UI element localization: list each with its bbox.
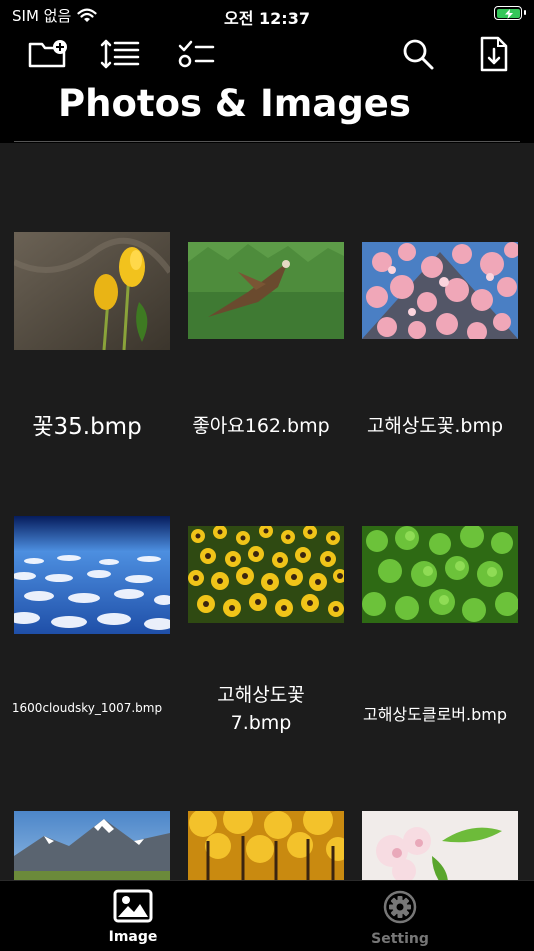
image-icon [113, 889, 153, 923]
tab-image[interactable]: Image [73, 889, 193, 945]
download-icon [480, 36, 508, 72]
image-thumbnail [14, 811, 170, 880]
grid-item-like162[interactable]: 좋아요162.bmp [174, 143, 348, 443]
status-bar: SIM 없음 오전 12:37 [0, 0, 534, 30]
grid-item-mountain[interactable] [0, 728, 174, 880]
status-time: 오전 12:37 [224, 9, 310, 28]
grid-item-hires-flower7[interactable]: 고해상도꽃 7.bmp [174, 443, 348, 734]
grid-item-blossom[interactable] [348, 728, 522, 880]
select-button[interactable] [175, 34, 215, 74]
battery-level [496, 8, 520, 19]
image-grid[interactable]: 꽃35.bmp 좋아요162.bmp 고해상도꽃.bmp 1600cloudsk… [0, 143, 534, 880]
tab-label: Image [108, 929, 158, 945]
image-thumbnail [14, 232, 170, 350]
file-name: 1600cloudsky_1007.bmp [11, 701, 163, 715]
sort-button[interactable] [100, 34, 140, 74]
image-thumbnail [188, 242, 344, 339]
page-title: Photos & Images [58, 82, 411, 125]
title-divider [14, 141, 520, 142]
charging-bolt-icon [504, 8, 513, 19]
grid-item-autumn-trees[interactable] [174, 728, 348, 880]
grid-item-cloudsky[interactable]: 1600cloudsky_1007.bmp [0, 443, 174, 728]
file-name: 고해상도클로버.bmp [362, 705, 508, 724]
search-button[interactable] [398, 34, 438, 74]
tab-label: Setting [371, 931, 429, 947]
gear-icon [383, 890, 417, 924]
checklist-icon [178, 40, 215, 68]
image-thumbnail [362, 526, 518, 623]
file-name: 고해상도꽃.bmp [366, 415, 504, 437]
image-thumbnail [362, 242, 518, 339]
grid-item-hires-flower[interactable]: 고해상도꽃.bmp [348, 143, 522, 443]
tab-bar: Image Setting [0, 880, 534, 951]
file-name: 좋아요162.bmp [192, 415, 330, 437]
image-thumbnail [14, 516, 170, 634]
battery-icon [494, 6, 526, 20]
folder-plus-icon [28, 40, 67, 68]
image-thumbnail [362, 811, 518, 880]
image-thumbnail [188, 811, 344, 880]
nav-header: Photos & Images [0, 30, 534, 143]
file-name: 꽃35.bmp [32, 414, 142, 440]
download-button[interactable] [474, 34, 514, 74]
search-icon [403, 39, 434, 70]
sort-icon [100, 39, 140, 69]
image-thumbnail [188, 526, 344, 623]
grid-item-flower35[interactable]: 꽃35.bmp [0, 143, 174, 443]
grid-item-hires-clover[interactable]: 고해상도클로버.bmp [348, 443, 522, 728]
tab-setting[interactable]: Setting [340, 889, 460, 947]
new-folder-button[interactable] [28, 34, 68, 74]
